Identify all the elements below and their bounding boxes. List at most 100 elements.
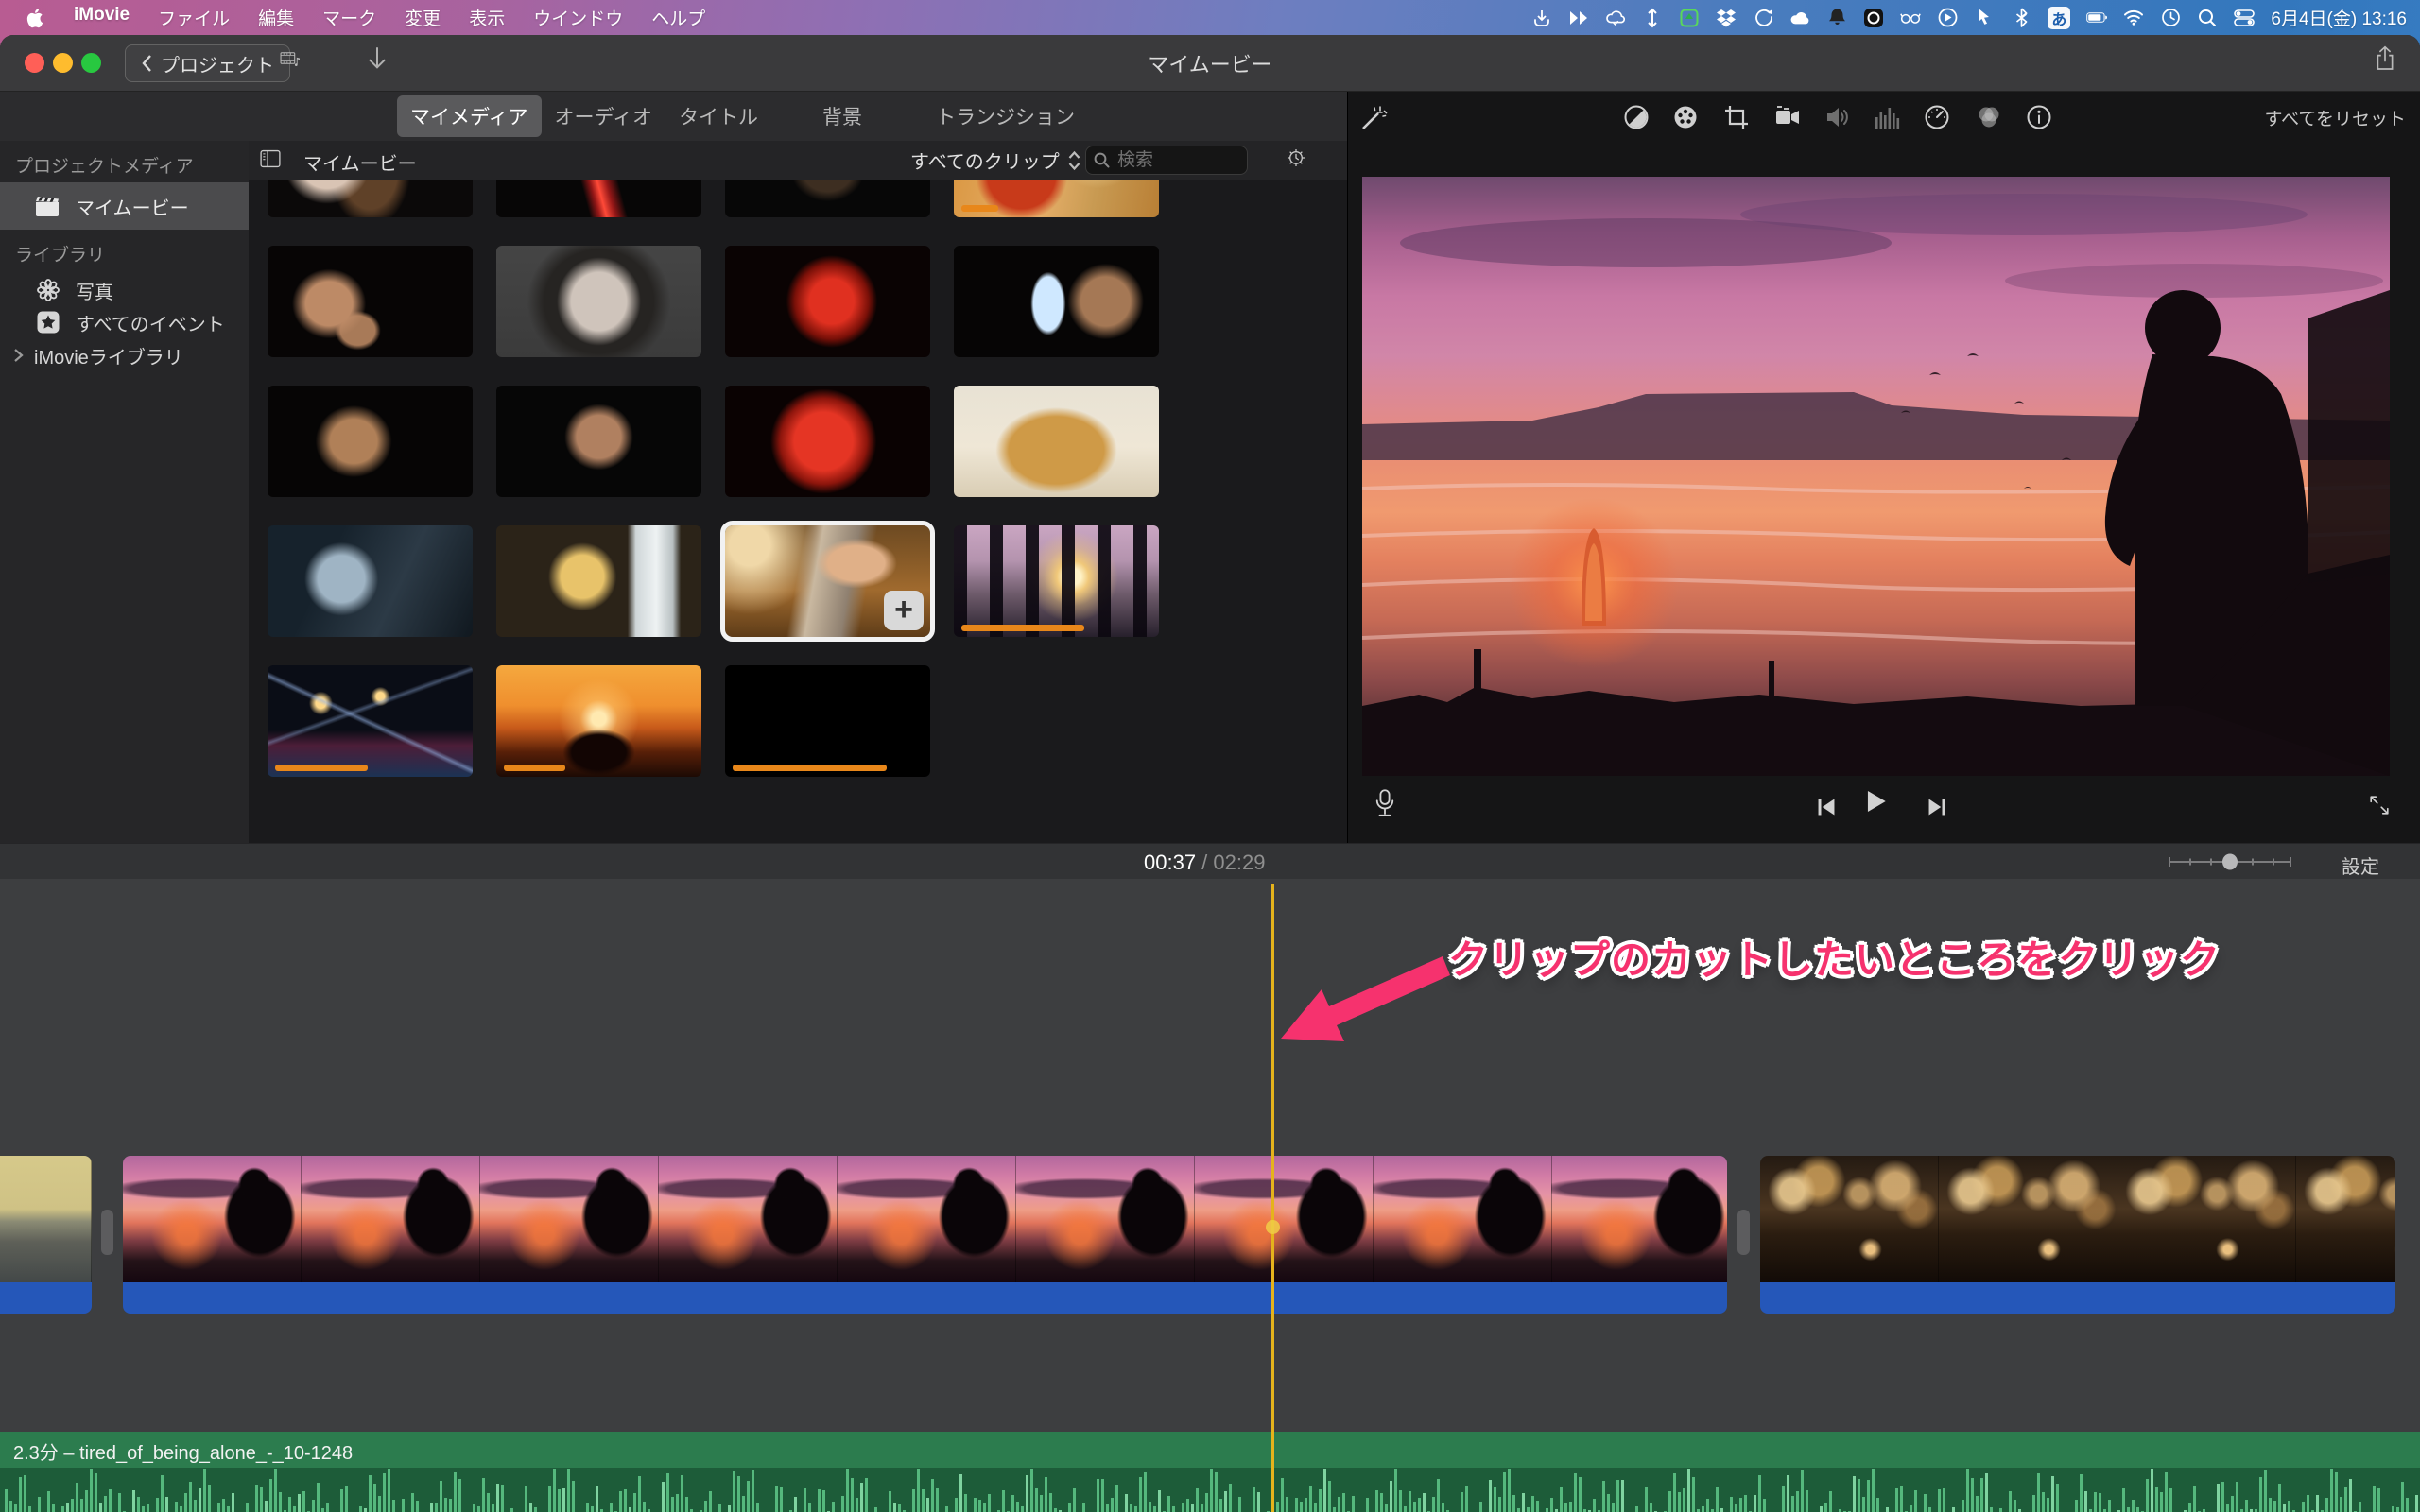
- bluetooth-icon[interactable]: [2011, 8, 2031, 28]
- clip-thumbnail[interactable]: [496, 525, 701, 637]
- clip-thumbnail[interactable]: [725, 665, 930, 777]
- menu-item[interactable]: 変更: [405, 5, 441, 30]
- glasses-icon[interactable]: [1900, 8, 1921, 28]
- updown-arrows-icon[interactable]: [1642, 8, 1663, 28]
- voiceover-mic-icon[interactable]: [1374, 793, 1395, 814]
- sync-arrows-icon[interactable]: [1753, 8, 1773, 28]
- used-range-bar: [504, 765, 565, 771]
- sidebar-item-photos[interactable]: 写真: [0, 273, 249, 307]
- info-icon[interactable]: [2026, 104, 2052, 135]
- download-tray-icon[interactable]: [1531, 8, 1552, 28]
- reset-all-button[interactable]: すべてをリセット: [2264, 105, 2406, 130]
- popup-chevrons-icon: [1067, 149, 1081, 172]
- cloud-icon[interactable]: [1789, 8, 1810, 28]
- dropbox-icon[interactable]: [1716, 8, 1737, 28]
- viewer-video[interactable]: [1362, 177, 2390, 776]
- clip-thumbnail[interactable]: [268, 386, 473, 497]
- sidebar-item-all-events[interactable]: すべてのイベント: [0, 305, 249, 339]
- total-time: 02:29: [1213, 850, 1265, 874]
- menu-clock[interactable]: 6月4日(金) 13:16: [2271, 5, 2407, 30]
- clip-settings-icon[interactable]: [1286, 147, 1306, 168]
- sidebar-section-library: ライブラリ: [15, 241, 105, 266]
- ime-input-icon[interactable]: あ: [2048, 7, 2070, 29]
- tab-トランジション[interactable]: トランジション: [923, 95, 1088, 137]
- timecode-display: 00:37 / 02:29: [1144, 850, 1265, 875]
- fullscreen-icon[interactable]: [2369, 795, 2390, 816]
- sidebar-item-imovie-library[interactable]: iMovieライブラリ: [0, 338, 249, 372]
- clip-thumbnail[interactable]: [496, 386, 701, 497]
- tab-タイトル[interactable]: タイトル: [666, 95, 771, 137]
- menu-item[interactable]: 編集: [258, 5, 294, 30]
- clip-thumbnail[interactable]: [954, 525, 1159, 637]
- menu-item[interactable]: ヘルプ: [651, 5, 705, 30]
- bell-icon[interactable]: [1826, 8, 1847, 28]
- sidebar-item-label: マイムービー: [76, 193, 189, 220]
- timeline[interactable]: クリップのカットしたいところをクリック 2.3分 – tired_of_bein…: [0, 879, 2420, 1512]
- add-to-timeline-button[interactable]: +: [884, 591, 924, 630]
- volume-icon[interactable]: [1824, 104, 1850, 135]
- wifi-icon[interactable]: [2123, 8, 2144, 28]
- clip-thumbnail[interactable]: [496, 180, 701, 217]
- menu-item[interactable]: 表示: [469, 5, 505, 30]
- tab-背景[interactable]: 背景: [809, 95, 875, 137]
- speed-icon[interactable]: [1924, 104, 1950, 135]
- noise-eq-icon[interactable]: [1874, 104, 1902, 135]
- apple-menu-icon[interactable]: [25, 8, 45, 28]
- media-browser: マイメディアオーディオタイトル背景トランジション プロジェクトメディア マイムー…: [0, 92, 1347, 843]
- sidebar-item-my-movie[interactable]: マイムービー: [0, 182, 249, 230]
- color-correction-icon[interactable]: [1672, 104, 1699, 135]
- menu-item[interactable]: マーク: [322, 5, 376, 30]
- menu-item[interactable]: ウインドウ: [533, 5, 623, 30]
- search-input[interactable]: [1115, 149, 1233, 172]
- clip-thumbnail[interactable]: [268, 525, 473, 637]
- color-balance-icon[interactable]: [1623, 104, 1650, 135]
- sidebar-toggle-icon[interactable]: [260, 148, 281, 169]
- control-center-icon[interactable]: [2234, 8, 2255, 28]
- flow-chevrons-icon[interactable]: [1568, 8, 1589, 28]
- time-machine-icon[interactable]: [2160, 8, 2181, 28]
- menu-item[interactable]: ファイル: [158, 5, 230, 30]
- timeline-zoom-slider[interactable]: [2168, 853, 2292, 870]
- clip-thumbnail[interactable]: [725, 180, 930, 217]
- clip-thumbnail[interactable]: [268, 665, 473, 777]
- clip-thumbnail[interactable]: [268, 246, 473, 357]
- timeline-settings-button[interactable]: 設定: [2342, 851, 2379, 879]
- cloud-check-icon[interactable]: [1605, 8, 1626, 28]
- share-icon[interactable]: [2375, 48, 2395, 69]
- menu-item[interactable]: iMovie: [74, 5, 130, 30]
- clip-thumbnail[interactable]: [725, 246, 930, 357]
- clip-thumbnail[interactable]: [954, 180, 1159, 217]
- screen-record-icon[interactable]: [1863, 8, 1884, 28]
- spotlight-icon[interactable]: [2197, 8, 2218, 28]
- clip-filter-icon[interactable]: [1975, 104, 2003, 135]
- clip-thumbnail[interactable]: [496, 665, 701, 777]
- tab-オーディオ[interactable]: オーディオ: [542, 95, 666, 137]
- previous-frame-icon[interactable]: [1816, 797, 1837, 817]
- imovie-window: プロジェクト マイムービー マイメディアオーディオタイトル背景トランジション プ…: [0, 35, 2420, 1512]
- media-grid: +: [268, 180, 1159, 777]
- timeline-header: 00:37 / 02:29 設定: [0, 843, 2420, 881]
- clip-thumbnail[interactable]: +: [725, 525, 930, 637]
- playhead[interactable]: [1271, 884, 1274, 1512]
- disclosure-icon[interactable]: [11, 348, 25, 363]
- clip-thumbnail[interactable]: [954, 386, 1159, 497]
- tab-マイメディア[interactable]: マイメディア: [397, 95, 542, 137]
- clip-thumbnail[interactable]: [954, 246, 1159, 357]
- crop-icon[interactable]: [1723, 104, 1750, 135]
- clip-thumbnail[interactable]: [268, 180, 473, 217]
- clip-filter-popup[interactable]: すべてのクリップ: [910, 146, 1081, 174]
- battery-icon[interactable]: [2086, 8, 2107, 28]
- stabilization-camera-icon[interactable]: [1772, 104, 1801, 135]
- enhance-wand-icon[interactable]: [1359, 104, 1388, 137]
- play-icon[interactable]: [1866, 791, 1887, 812]
- zoom-slider-thumb[interactable]: [2222, 854, 2238, 870]
- events-star-icon: [36, 310, 60, 335]
- play-circle-icon[interactable]: [1937, 8, 1958, 28]
- pointer-options-icon[interactable]: [1974, 8, 1995, 28]
- clip-thumbnail[interactable]: [725, 386, 930, 497]
- search-field[interactable]: [1085, 146, 1248, 175]
- green-display-icon[interactable]: [1679, 8, 1700, 28]
- clip-thumbnail[interactable]: [496, 246, 701, 357]
- sidebar-item-label: 写真: [76, 277, 113, 304]
- next-frame-icon[interactable]: [1927, 797, 1947, 817]
